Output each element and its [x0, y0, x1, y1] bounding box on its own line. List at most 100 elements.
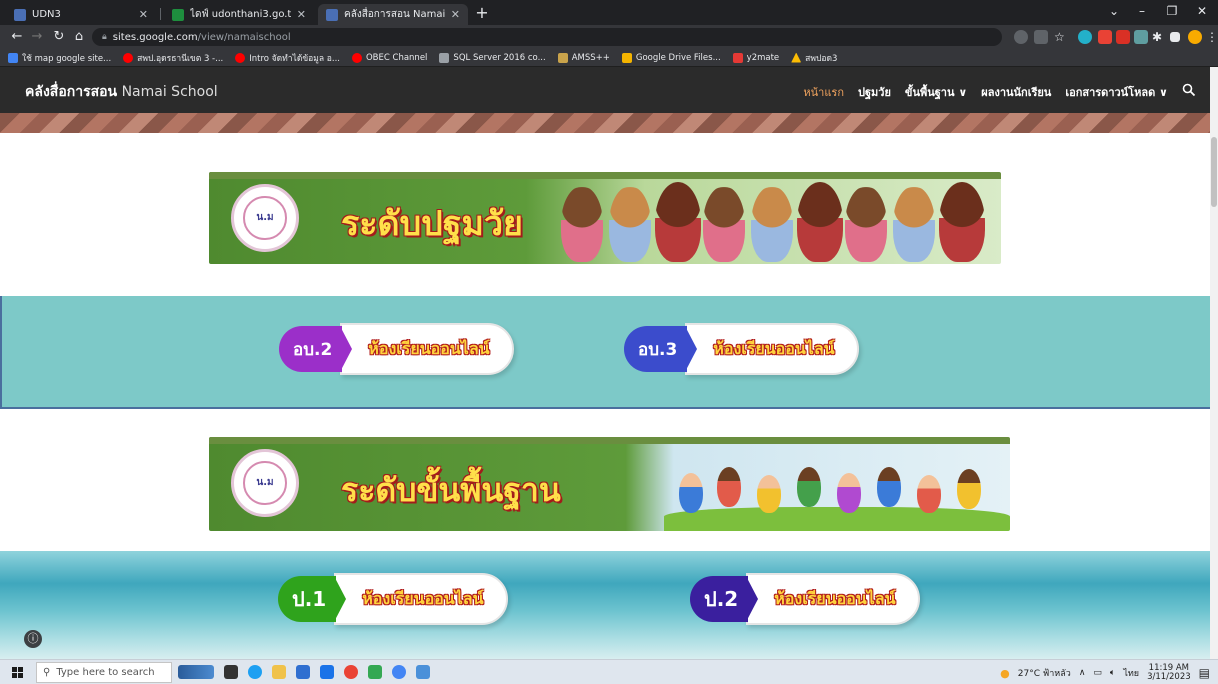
extensions-puzzle-icon[interactable]: ✱ — [1152, 30, 1166, 44]
school-logo: น.ม — [231, 449, 299, 517]
info-icon[interactable]: ⓘ — [24, 630, 42, 648]
site-title-bold: คลังสื่อการสอน — [25, 84, 118, 100]
clock[interactable]: 11:19 AM 3/11/2023 — [1147, 664, 1191, 682]
show-hidden-icons-chevron-icon[interactable]: ∧ — [1079, 668, 1086, 678]
extension-icon[interactable] — [1116, 30, 1130, 44]
site-title[interactable]: คลังสื่อการสอน Namai School — [25, 81, 218, 103]
level-badge: อบ.2 — [279, 326, 353, 372]
child-illustration — [845, 186, 887, 262]
site-navigation: หน้าแรก ปฐมวัย ขั้นพื้นฐาน ∨ ผลงานนักเรี… — [803, 83, 1196, 101]
windows-taskbar: ⚲ Type here to search ● 27°C ฟ้าหลัว ∧ ▭… — [0, 659, 1218, 684]
jumping-kid-illustration — [837, 473, 861, 513]
bookmark-item[interactable]: AMSS++ — [557, 52, 610, 63]
system-tray: ● 27°C ฟ้าหลัว ∧ ▭ 🔈︎ ไทย 11:19 AM 3/11/… — [1000, 664, 1210, 682]
url-path: /view/namaischool — [197, 31, 291, 43]
bookmark-label: OBEC Channel — [365, 52, 428, 63]
bookmark-item[interactable]: OBEC Channel — [351, 52, 428, 63]
bookmark-item[interactable]: ใช้ map google site... — [8, 51, 111, 65]
nav-home[interactable]: หน้าแรก — [803, 83, 844, 101]
taskbar-thumbnail[interactable] — [178, 665, 214, 679]
page-scrollbar[interactable] — [1210, 67, 1218, 659]
minimize-window-icon[interactable]: – — [1128, 4, 1156, 18]
kebab-menu-icon[interactable]: ⋮ — [1206, 30, 1218, 44]
nav-downloads[interactable]: เอกสารดาวน์โหลด ∨ — [1065, 83, 1168, 101]
close-tab-icon[interactable]: ✕ — [139, 8, 148, 21]
address-bar[interactable]: 🔒︎ sites.google.com /view/namaischool — [92, 28, 1002, 46]
zoom-icon[interactable] — [1014, 30, 1028, 44]
file-explorer-icon[interactable] — [272, 665, 286, 679]
drive-triangle-icon — [791, 52, 802, 63]
search-icon[interactable] — [1182, 83, 1196, 101]
banner-title: ระดับปฐมวัย — [341, 204, 523, 244]
nav-student-work[interactable]: ผลงานนักเรียน — [981, 83, 1051, 101]
extension-icon[interactable] — [1078, 30, 1092, 44]
drive-files-icon — [621, 52, 632, 63]
notifications-icon[interactable]: ▤ — [1199, 666, 1210, 680]
new-tab-plus-icon[interactable]: + — [472, 4, 492, 22]
extension-icon[interactable] — [1134, 30, 1148, 44]
bookmark-star-icon[interactable]: ☆ — [1054, 30, 1068, 44]
bookmark-label: สพป.อุดรธานีเขต 3 -... — [137, 53, 224, 64]
browser-toolbar: ← → ↻ ⌂ 🔒︎ sites.google.com /view/namais… — [0, 25, 1218, 49]
tab-search-chevron-icon[interactable]: ⌄ — [1100, 4, 1128, 18]
child-illustration — [609, 186, 651, 262]
bookmark-item[interactable]: สพป.อุดรธานีเขต 3 -... — [123, 51, 223, 65]
input-language[interactable]: ไทย — [1123, 666, 1139, 680]
network-icon[interactable]: ▭ — [1093, 668, 1102, 678]
close-tab-icon[interactable]: ✕ — [297, 8, 306, 21]
banner-top-stripe — [209, 437, 1010, 444]
taskbar-search-box[interactable]: ⚲ Type here to search — [36, 662, 172, 683]
tab-title: คลังสื่อการสอน Namai School — [344, 9, 445, 20]
restore-window-icon[interactable]: ❐ — [1158, 4, 1186, 18]
bookmark-item[interactable]: Intro จัดทำได้ข้อมูล อ... — [235, 51, 340, 65]
close-tab-icon[interactable]: ✕ — [451, 8, 460, 21]
logo-text: น.ม — [243, 196, 287, 240]
windows-start-icon[interactable] — [12, 667, 23, 678]
task-view-icon[interactable] — [224, 665, 238, 679]
browser-tab-drive[interactable]: ไดฟ์ udonthani3.go.th - Google S ✕ — [164, 4, 314, 25]
profile-avatar-icon[interactable] — [1188, 30, 1202, 44]
back-arrow-icon[interactable]: ← — [8, 29, 26, 45]
store-icon[interactable] — [296, 665, 310, 679]
kindergarten-3-online-class-link[interactable]: อบ.3 ห้องเรียนออนไลน์ — [624, 323, 859, 375]
mail-icon[interactable] — [320, 665, 334, 679]
browser-tab-strip: UDN3 ✕ ไดฟ์ udonthani3.go.th - Google S … — [0, 0, 1218, 25]
browser-tab-namai-school[interactable]: คลังสื่อการสอน Namai School ✕ — [318, 4, 468, 25]
taskbar-search-placeholder: Type here to search — [56, 667, 155, 678]
extension-icon[interactable] — [1098, 30, 1112, 44]
side-panel-icon[interactable] — [1170, 32, 1180, 42]
online-class-label: ห้องเรียนออนไลน์ — [746, 573, 920, 625]
primary-2-online-class-link[interactable]: ป.2 ห้องเรียนออนไลน์ — [690, 573, 920, 625]
chrome-icon[interactable] — [344, 665, 358, 679]
primary-1-online-class-link[interactable]: ป.1 ห้องเรียนออนไลน์ — [278, 573, 508, 625]
header-pattern-strip — [0, 113, 1210, 133]
weather-text[interactable]: 27°C ฟ้าหลัว — [1018, 666, 1071, 680]
youtube-icon — [235, 52, 246, 63]
close-window-icon[interactable]: ✕ — [1188, 4, 1216, 18]
weather-sun-icon: ● — [1000, 666, 1010, 680]
share-icon[interactable] — [1034, 30, 1048, 44]
home-icon[interactable]: ⌂ — [70, 29, 88, 45]
level-badge: ป.1 — [278, 576, 347, 622]
nav-basic-education[interactable]: ขั้นพื้นฐาน ∨ — [905, 83, 967, 101]
scrollbar-thumb[interactable] — [1211, 137, 1217, 207]
bookmark-item[interactable]: y2mate — [732, 52, 779, 63]
bookmark-label: Google Drive Files... — [635, 52, 721, 63]
browser-tab-udn3[interactable]: UDN3 ✕ — [6, 4, 156, 25]
kindergarten-2-online-class-link[interactable]: อบ.2 ห้องเรียนออนไลน์ — [279, 323, 514, 375]
chrome-profile-icon[interactable] — [392, 665, 406, 679]
child-illustration — [893, 186, 935, 262]
volume-icon[interactable]: 🔈︎ — [1110, 668, 1115, 678]
bookmark-item[interactable]: สพปอด3 — [791, 51, 837, 65]
banner-title: ระดับขั้นพื้นฐาน — [341, 471, 561, 509]
forward-arrow-icon[interactable]: → — [28, 29, 46, 45]
green-app-icon[interactable] — [368, 665, 382, 679]
level-badge: ป.2 — [690, 576, 759, 622]
bookmark-item[interactable]: SQL Server 2016 co... — [439, 52, 546, 63]
bookmark-item[interactable]: Google Drive Files... — [621, 52, 721, 63]
nav-early-childhood[interactable]: ปฐมวัย — [858, 83, 891, 101]
reload-icon[interactable]: ↻ — [50, 29, 68, 45]
edge-icon[interactable] — [248, 665, 262, 679]
bookmarks-bar: ใช้ map google site... สพป.อุดรธานีเขต 3… — [0, 49, 1218, 67]
settings-app-icon[interactable] — [416, 665, 430, 679]
